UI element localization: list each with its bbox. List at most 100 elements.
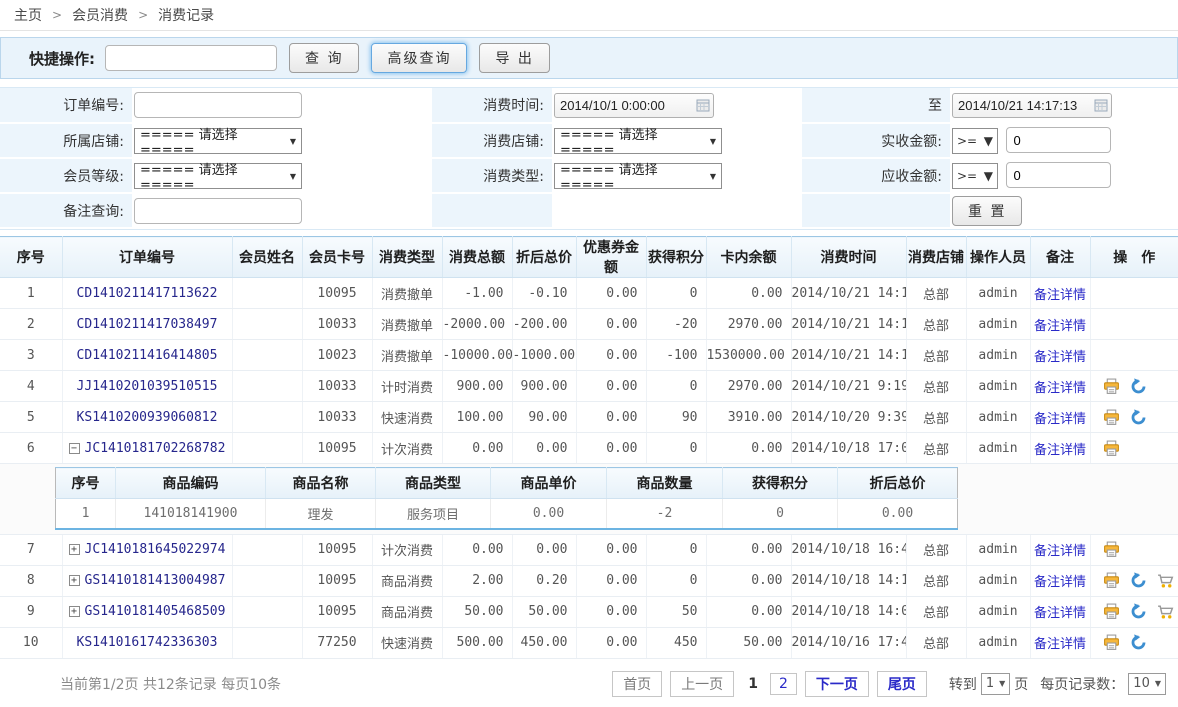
- calendar-icon[interactable]: [1094, 98, 1108, 112]
- order-link[interactable]: CD1410211417113622: [77, 286, 218, 301]
- column-header: 操作人员: [966, 237, 1030, 278]
- card-balance: 0.00: [706, 596, 791, 627]
- expand-icon[interactable]: +: [69, 544, 80, 555]
- table-row: 10 KS1410161742336303 77250 快速消费 500.00 …: [0, 627, 1178, 658]
- consume-store: 总部: [906, 534, 966, 565]
- remark-detail-link[interactable]: 备注详情: [1034, 575, 1086, 590]
- table-row: 5 KS1410200939060812 10033 快速消费 100.00 9…: [0, 402, 1178, 433]
- consume-type-select[interactable]: ===== 请选择 =====▼: [554, 163, 722, 189]
- total-amount: 0.00: [442, 433, 512, 464]
- member-card-no: 10033: [302, 402, 372, 433]
- operator: admin: [966, 433, 1030, 464]
- cart-icon[interactable]: [1157, 603, 1174, 620]
- prev-page-button[interactable]: 上一页: [670, 671, 734, 697]
- member-name: [232, 340, 302, 371]
- breadcrumb-member-consume[interactable]: 会员消费: [72, 5, 128, 25]
- remark-detail-link[interactable]: 备注详情: [1034, 412, 1086, 427]
- reset-button[interactable]: 重 置: [952, 196, 1022, 226]
- earned-points: 90: [646, 402, 706, 433]
- operator: admin: [966, 278, 1030, 309]
- consume-time-start-input[interactable]: [554, 93, 714, 118]
- print-icon[interactable]: [1103, 541, 1120, 558]
- member-level-select[interactable]: ===== 请选择 =====▼: [134, 163, 302, 189]
- remark-detail-link[interactable]: 备注详情: [1034, 381, 1086, 396]
- table-header-row: 序号订单编号会员姓名会员卡号消费类型消费总额折后总价优惠券金额获得积分卡内余额消…: [0, 237, 1178, 278]
- order-link[interactable]: JJ1410201039510515: [77, 379, 218, 394]
- quick-search-input[interactable]: [105, 45, 277, 71]
- first-page-button[interactable]: 首页: [612, 671, 662, 697]
- discounted-amount: 450.00: [512, 627, 576, 658]
- calendar-icon[interactable]: [696, 98, 710, 112]
- print-icon[interactable]: [1103, 378, 1120, 395]
- order-no-input[interactable]: [134, 92, 302, 118]
- export-button[interactable]: 导 出: [479, 43, 549, 73]
- print-icon[interactable]: [1103, 409, 1120, 426]
- expand-icon[interactable]: +: [69, 606, 80, 617]
- query-button[interactable]: 查 询: [289, 43, 359, 73]
- discounted-amount: -0.10: [512, 278, 576, 309]
- remark-detail-link[interactable]: 备注详情: [1034, 443, 1086, 458]
- order-link[interactable]: JC1410181702268782: [85, 441, 226, 456]
- order-link[interactable]: GS1410181405468509: [85, 604, 226, 619]
- remark-detail-link[interactable]: 备注详情: [1034, 606, 1086, 621]
- consume-time-end-input[interactable]: [952, 93, 1112, 118]
- undo-icon[interactable]: [1130, 603, 1147, 620]
- column-header: 消费时间: [791, 237, 906, 278]
- undo-icon[interactable]: [1130, 409, 1147, 426]
- own-store-select[interactable]: ===== 请选择 =====▼: [134, 128, 302, 154]
- table-row: 7 +JC1410181645022974 10095 计次消费 0.00 0.…: [0, 534, 1178, 565]
- order-link[interactable]: GS1410181413004987: [85, 573, 226, 588]
- next-page-button[interactable]: 下一页: [805, 671, 869, 697]
- print-icon[interactable]: [1103, 440, 1120, 457]
- records-table: 序号订单编号会员姓名会员卡号消费类型消费总额折后总价优惠券金额获得积分卡内余额消…: [0, 236, 1178, 659]
- consume-store: 总部: [906, 433, 966, 464]
- remark-query-input[interactable]: [134, 198, 302, 224]
- earned-points: 450: [646, 627, 706, 658]
- print-icon[interactable]: [1103, 634, 1120, 651]
- order-cell: −JC1410181702268782: [62, 433, 232, 464]
- undo-icon[interactable]: [1130, 378, 1147, 395]
- table-row: 3 CD1410211416414805 10023 消费撤单 -10000.0…: [0, 340, 1178, 371]
- order-link[interactable]: KS1410161742336303: [77, 635, 218, 650]
- real-amount-input[interactable]: [1006, 127, 1111, 153]
- remark-detail-link[interactable]: 备注详情: [1034, 637, 1086, 652]
- chevron-down-icon: ▼: [710, 137, 716, 146]
- order-link[interactable]: KS1410200939060812: [77, 410, 218, 425]
- collapse-icon[interactable]: −: [69, 443, 80, 454]
- remark-cell: 备注详情: [1030, 596, 1090, 627]
- remark-detail-link[interactable]: 备注详情: [1034, 319, 1086, 334]
- consume-type: 计次消费: [372, 534, 442, 565]
- due-amount-input[interactable]: [1006, 162, 1111, 188]
- sub-cell: 0.00: [838, 499, 958, 529]
- breadcrumb-home[interactable]: 主页: [14, 5, 42, 25]
- earned-points: 0: [646, 534, 706, 565]
- order-link[interactable]: JC1410181645022974: [85, 542, 226, 557]
- per-page-label: 每页记录数：: [1040, 674, 1124, 694]
- sub-cell: -2: [607, 499, 723, 529]
- remark-detail-link[interactable]: 备注详情: [1034, 544, 1086, 559]
- real-amount-op-select[interactable]: >=▼: [952, 128, 998, 154]
- expand-icon[interactable]: +: [69, 575, 80, 586]
- order-link[interactable]: CD1410211417038497: [77, 317, 218, 332]
- earned-points: 50: [646, 596, 706, 627]
- consume-store-select[interactable]: ===== 请选择 =====▼: [554, 128, 722, 154]
- remark-detail-link[interactable]: 备注详情: [1034, 350, 1086, 365]
- consume-type: 商品消费: [372, 596, 442, 627]
- due-amount-op-select[interactable]: >=▼: [952, 163, 998, 189]
- total-amount: 0.00: [442, 534, 512, 565]
- print-icon[interactable]: [1103, 572, 1120, 589]
- print-icon[interactable]: [1103, 603, 1120, 620]
- order-link[interactable]: CD1410211416414805: [77, 348, 218, 363]
- column-header: 折后总价: [512, 237, 576, 278]
- undo-icon[interactable]: [1130, 634, 1147, 651]
- earned-points: -20: [646, 309, 706, 340]
- last-page-button[interactable]: 尾页: [877, 671, 927, 697]
- coupon-amount: 0.00: [576, 402, 646, 433]
- order-cell: CD1410211417113622: [62, 278, 232, 309]
- remark-detail-link[interactable]: 备注详情: [1034, 288, 1086, 303]
- undo-icon[interactable]: [1130, 572, 1147, 589]
- column-header: 消费总额: [442, 237, 512, 278]
- remark-cell: 备注详情: [1030, 534, 1090, 565]
- advanced-query-button[interactable]: 高级查询: [371, 43, 467, 73]
- cart-icon[interactable]: [1157, 572, 1174, 589]
